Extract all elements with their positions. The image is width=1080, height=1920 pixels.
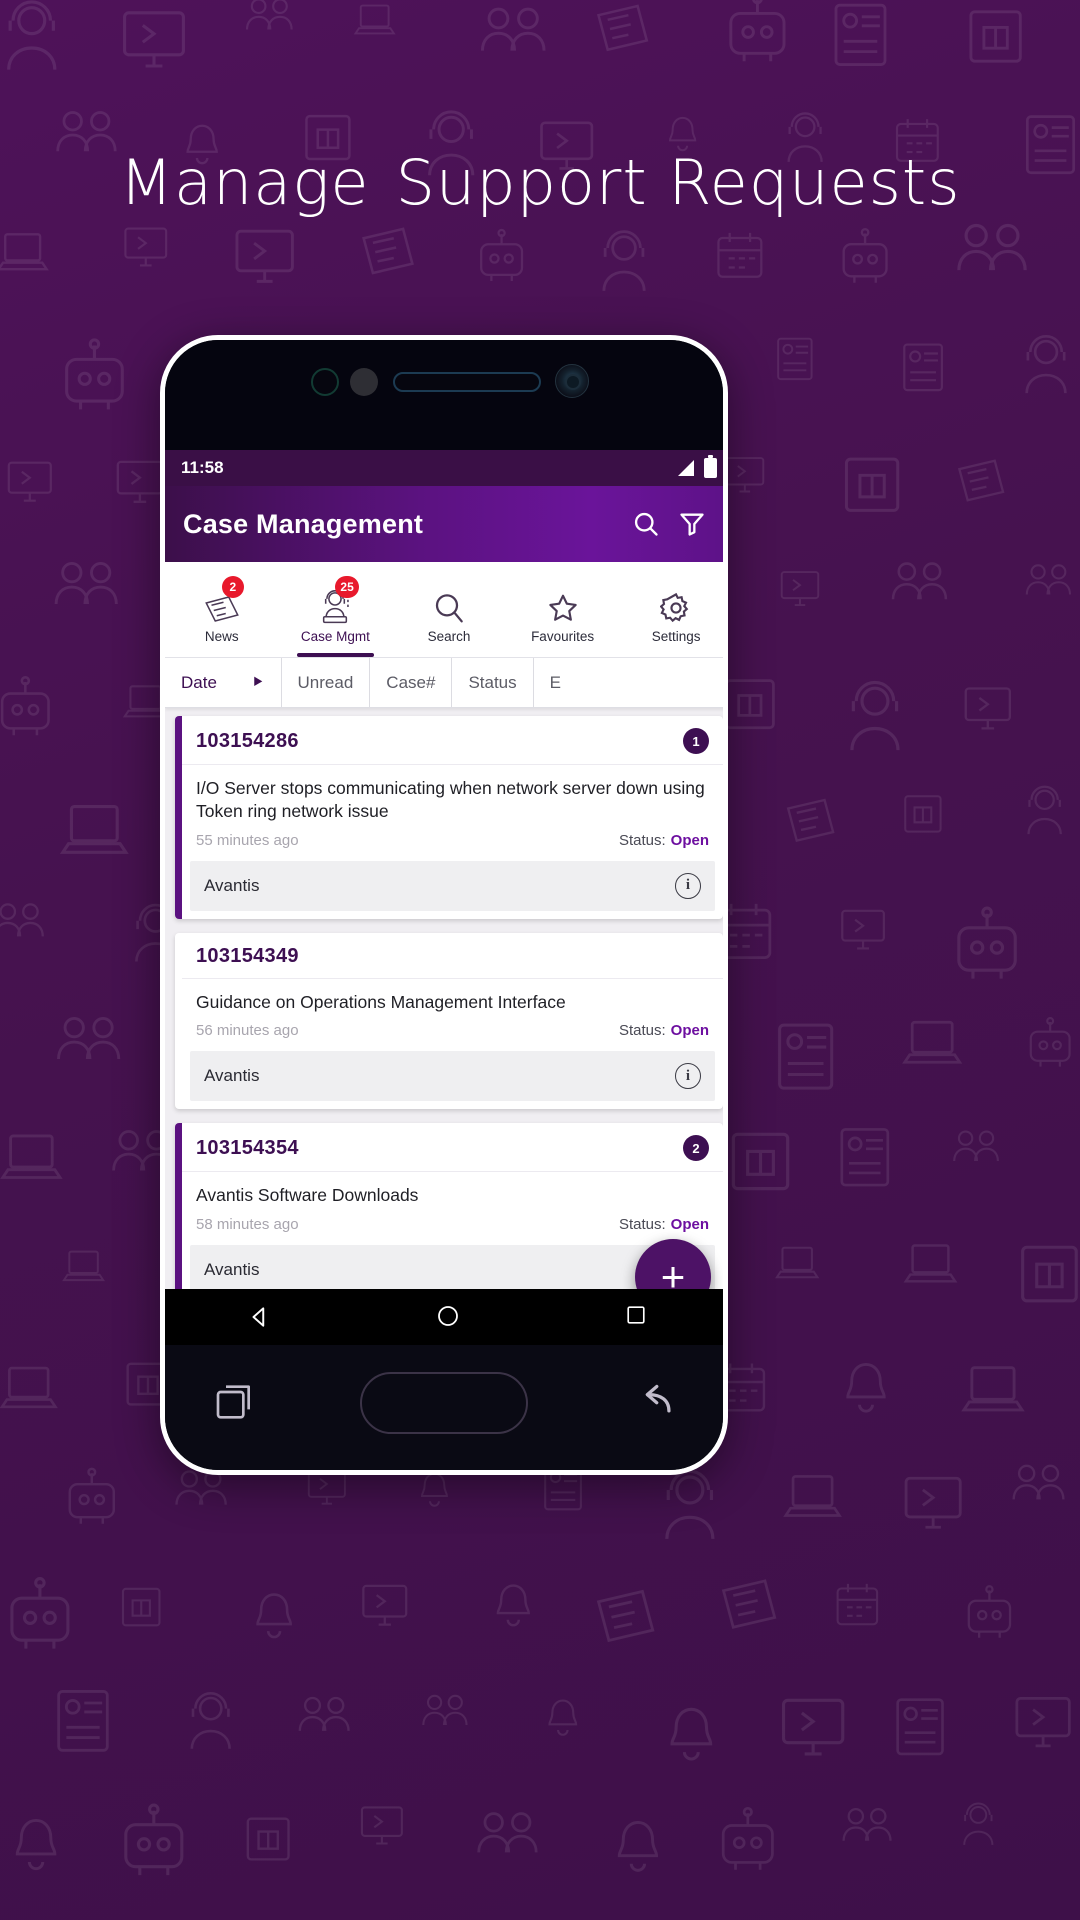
case-header: 103154354 2 (182, 1123, 723, 1173)
tab-search[interactable]: Search (392, 562, 506, 657)
tab-label: Settings (651, 628, 701, 644)
status-label: Status: (618, 1022, 666, 1040)
phone-mockup: 11:58 Case Management 2 News 25 Case Mgm… (160, 335, 728, 1475)
gear-icon (660, 582, 692, 624)
product-name: Avantis (204, 1066, 260, 1086)
case-age: 58 minutes ago (196, 1215, 299, 1233)
status-badge: Open (670, 831, 709, 849)
filter-status[interactable]: Status (452, 658, 534, 707)
tab-case-mgmt[interactable]: 25 Case Mgmt (279, 562, 393, 657)
light-sensor-icon (350, 368, 378, 396)
sort-arrow-icon: ⯈ (250, 672, 265, 692)
status-bar-clock: 11:58 (181, 458, 224, 477)
status-badge: Open (670, 1215, 709, 1233)
filter-unread[interactable]: Unread (282, 658, 371, 707)
earpiece-speaker (393, 372, 541, 392)
case-card-body: 103154286 1 I/O Server stops communicati… (182, 716, 723, 919)
status-badge: Open (670, 1022, 709, 1040)
filter-sort-row: Date ⯈ Unread Case# Status E (165, 658, 723, 708)
case-subject: Guidance on Operations Management Interf… (196, 991, 566, 1012)
signal-icon (678, 460, 694, 476)
case-footer: Avantis i (190, 860, 715, 911)
unread-accent-bar (175, 933, 182, 1109)
info-icon[interactable]: i (675, 872, 701, 899)
case-meta: 56 minutes ago Status: Open (182, 1014, 723, 1051)
star-icon (546, 582, 580, 624)
case-subject: I/O Server stops communicating when netw… (196, 778, 705, 822)
case-card-body: 103154349 Guidance on Operations Managem… (182, 933, 723, 1109)
table-row[interactable]: 103154349 Guidance on Operations Managem… (175, 932, 723, 1110)
tab-label: Favourites (531, 628, 595, 644)
case-number: 103154286 (196, 729, 299, 752)
filter-icon[interactable] (669, 501, 715, 547)
tab-label: Search (427, 628, 471, 644)
magnifier-icon (433, 582, 465, 624)
search-icon[interactable] (623, 501, 669, 547)
support-agent-icon: 25 (317, 575, 359, 624)
bottom-tab-bar: 2 News 25 Case Mgmt Search Favourites Se… (165, 562, 723, 658)
table-row[interactable]: 103154286 1 I/O Server stops communicati… (175, 716, 723, 919)
tab-news[interactable]: 2 News (165, 562, 279, 657)
recents-square-icon[interactable] (625, 1304, 651, 1330)
app-bar-title: Case Management (183, 508, 424, 539)
case-meta: 58 minutes ago Status: Open (182, 1208, 723, 1245)
tab-favourites[interactable]: Favourites (506, 562, 620, 657)
product-name: Avantis (204, 1259, 260, 1279)
android-status-bar: 11:58 (165, 450, 723, 486)
status-label: Status: (618, 831, 666, 849)
newspaper-icon: 2 (204, 575, 244, 624)
filter-case-number[interactable]: Case# (370, 658, 453, 707)
promo-banner: Manage Support Requests 11:58 Case Manage… (0, 0, 1080, 1920)
filter-date[interactable]: Date ⯈ (165, 658, 282, 707)
case-list[interactable]: 103154286 1 I/O Server stops communicati… (165, 708, 723, 1345)
case-header: 103154286 1 (182, 716, 723, 765)
android-nav-bar (165, 1289, 723, 1345)
home-circle-icon[interactable] (436, 1304, 462, 1330)
case-age: 56 minutes ago (196, 1022, 299, 1040)
case-footer: Avantis i (190, 1051, 715, 1102)
case-age: 55 minutes ago (196, 831, 299, 849)
recents-key-icon[interactable] (215, 1380, 261, 1425)
unread-accent-bar (175, 1123, 182, 1303)
home-key[interactable] (359, 1371, 528, 1434)
headline-word-2: Support Requests (395, 146, 961, 219)
tab-label: News (204, 628, 239, 644)
case-subject: Avantis Software Downloads (196, 1185, 419, 1206)
case-number: 103154354 (196, 1136, 299, 1159)
unread-count-badge: 2 (683, 1135, 709, 1162)
filter-date-label: Date (181, 672, 217, 692)
battery-icon (704, 455, 717, 478)
phone-screen: 11:58 Case Management 2 News 25 Case Mgm… (165, 450, 723, 1345)
news-badge: 2 (221, 575, 244, 598)
front-camera-icon (555, 364, 589, 398)
app-bar: Case Management (165, 486, 723, 562)
product-name: Avantis (204, 875, 260, 895)
info-icon[interactable]: i (675, 1063, 701, 1090)
unread-count-badge: 1 (683, 728, 709, 754)
tab-label: Case Mgmt (300, 628, 370, 644)
status-label: Status: (618, 1215, 666, 1233)
case-header: 103154349 (182, 933, 723, 979)
headline-word-1: Manage (119, 146, 370, 219)
back-triangle-icon[interactable] (247, 1304, 273, 1330)
filter-overflow[interactable]: E (534, 658, 577, 707)
phone-bottom-bezel (165, 1335, 723, 1470)
case-meta: 55 minutes ago Status: Open (182, 824, 723, 861)
tab-settings[interactable]: Settings (619, 562, 723, 657)
proximity-sensor-icon (311, 368, 339, 396)
back-key-icon[interactable] (627, 1382, 673, 1423)
phone-top-bezel (165, 340, 723, 450)
case-mgmt-badge: 25 (335, 575, 359, 598)
status-bar-icons (678, 455, 717, 478)
page-title: Manage Support Requests (0, 146, 1080, 219)
case-number: 103154349 (196, 944, 299, 967)
unread-accent-bar (175, 716, 182, 919)
